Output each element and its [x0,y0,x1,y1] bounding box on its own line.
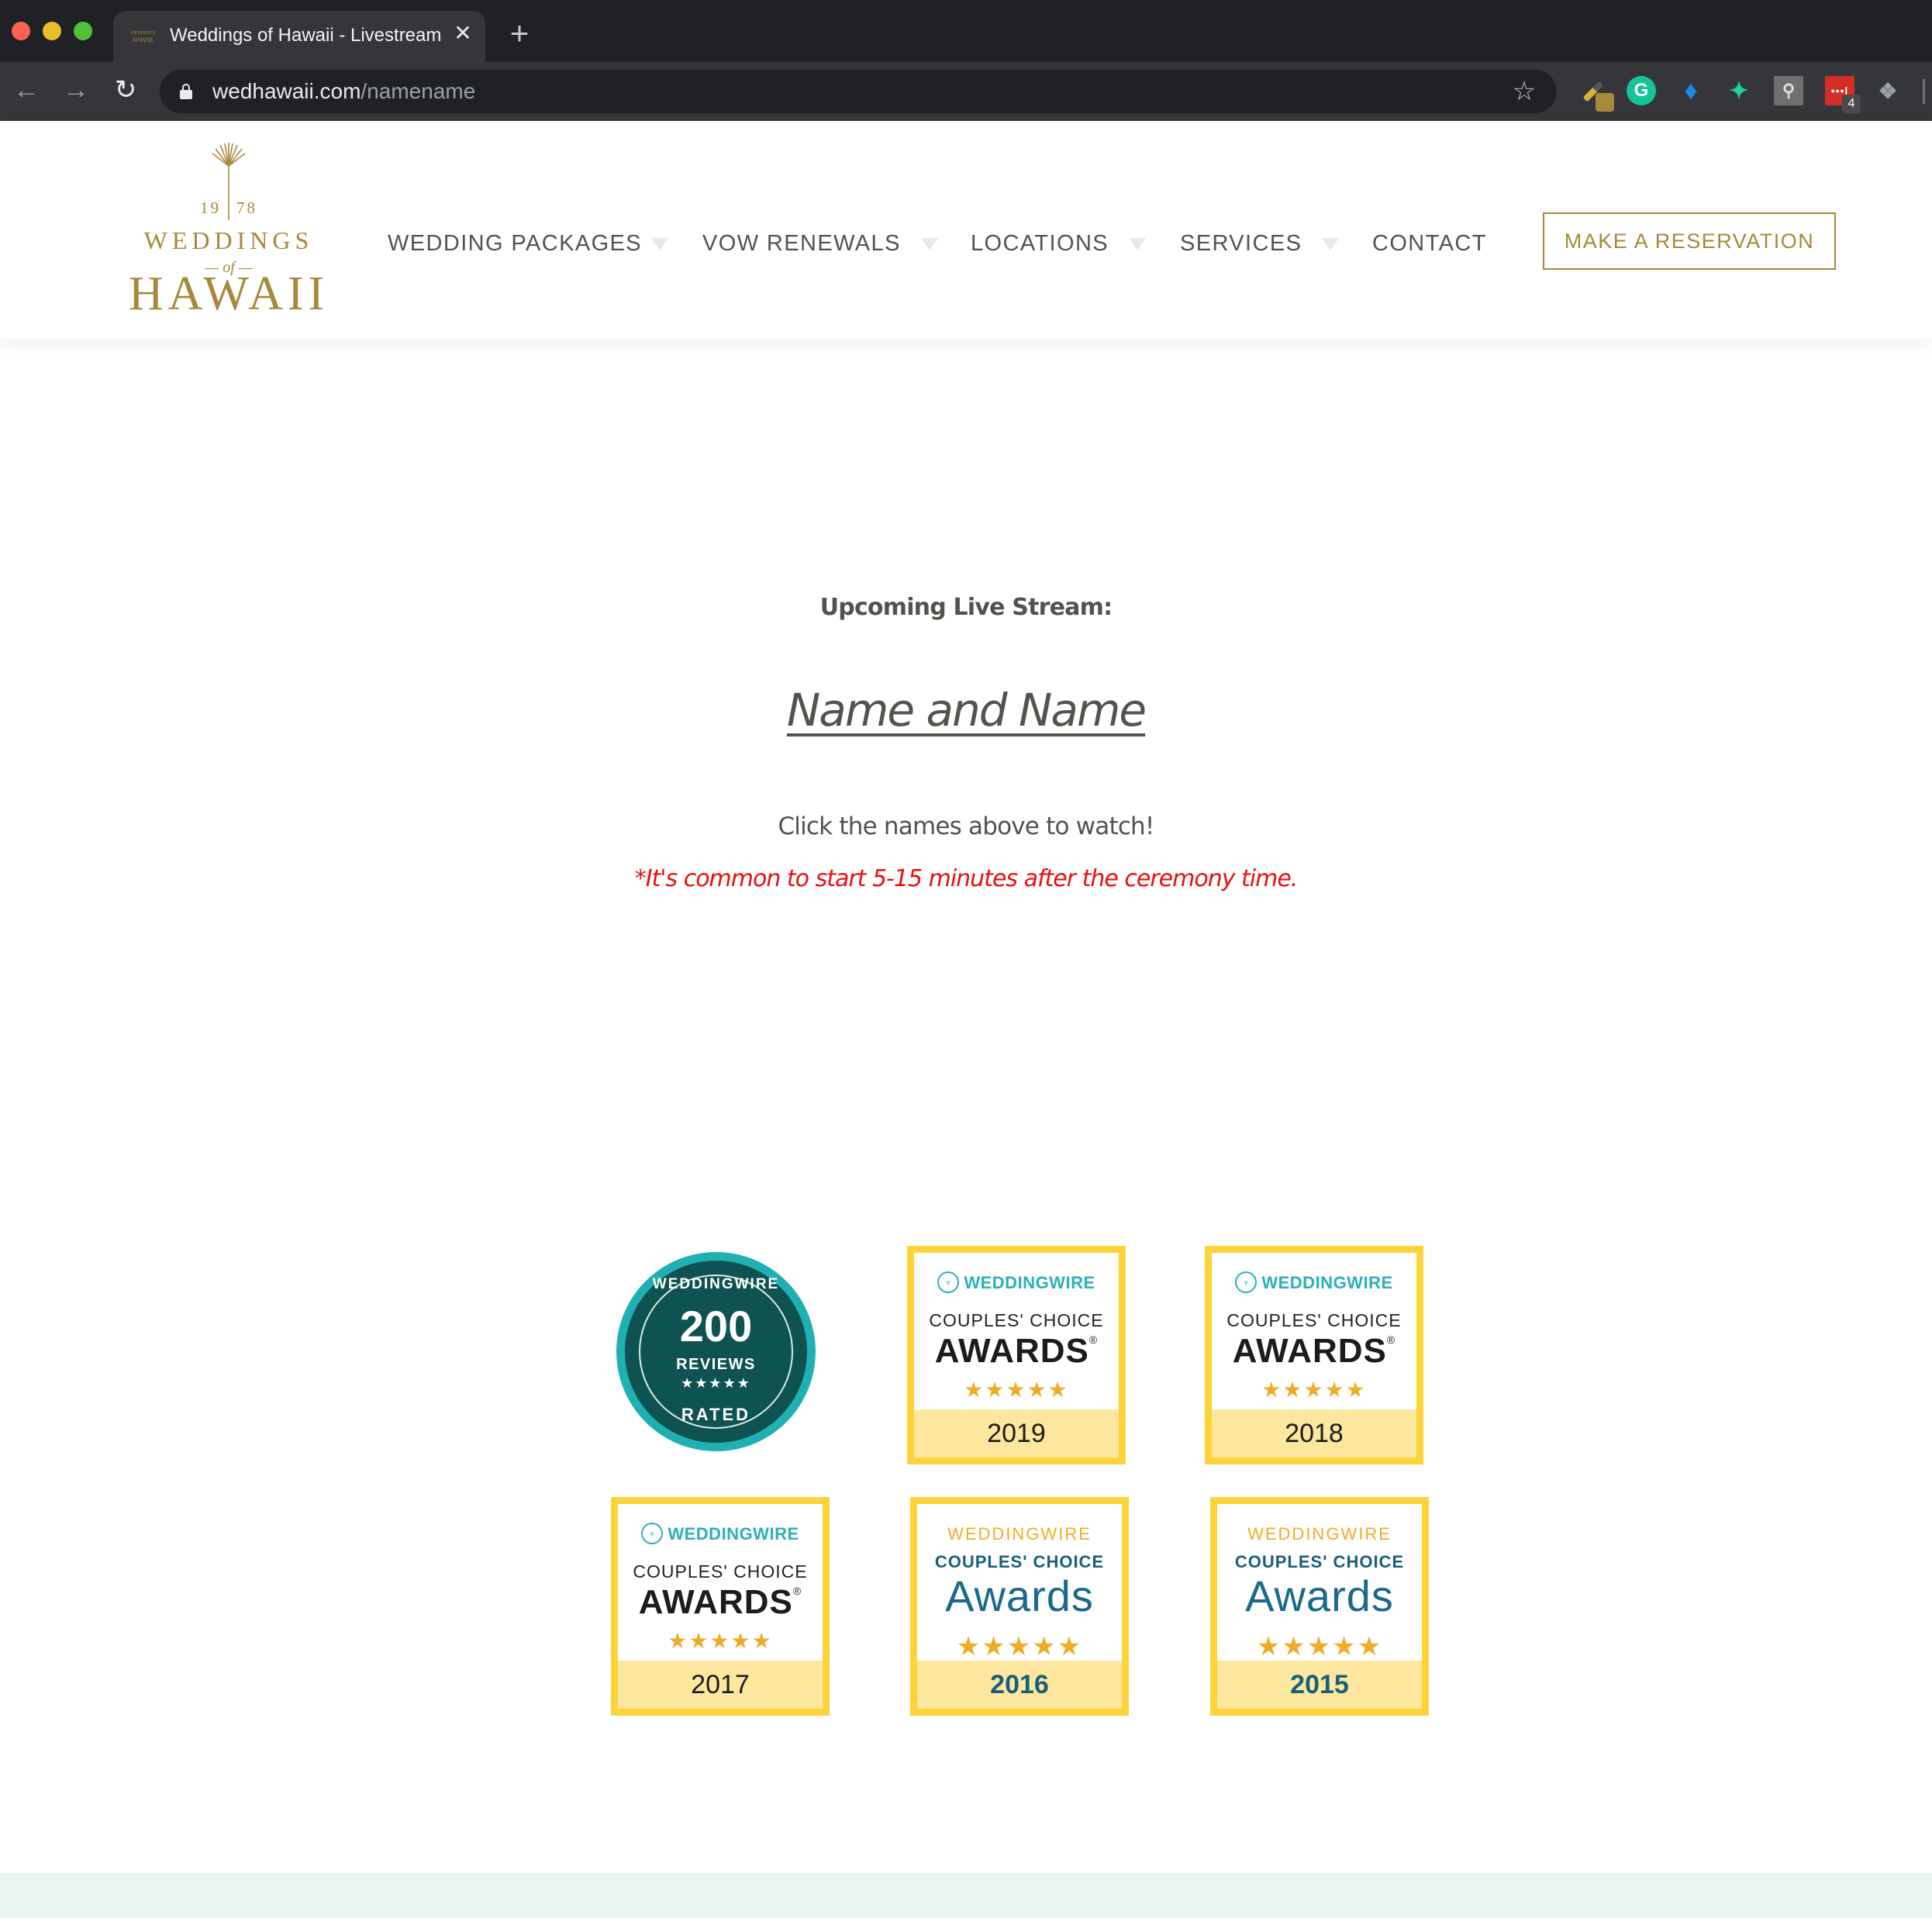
lock-icon[interactable] [180,84,192,99]
award-year: 2015 [1290,1670,1349,1699]
forward-arrow-icon[interactable]: → [60,74,91,105]
nav-vow-renewals[interactable]: VOW RENEWALS [702,228,938,259]
footer-top-band [0,1873,1932,1918]
reviews-label: REVIEWS [676,1356,756,1373]
caret-down-icon [1129,238,1147,251]
stars-icon: ★★★★★ [681,1375,751,1391]
stars-icon: ★★★★★ [1256,1632,1383,1661]
stars-icon: ★★★★★ [956,1632,1083,1661]
browser-tab-bar: WEDDINGS HAWAII Weddings of Hawaii - Liv… [0,0,1932,62]
logo-hawaii-text: HAWAII [128,267,329,320]
gem-extension-icon[interactable]: ♦ [1676,76,1706,105]
caret-down-icon [920,238,938,251]
watch-instruction: Click the names above to watch! [778,812,1154,840]
site-favicon-icon: WEDDINGS HAWAII [130,31,155,43]
caret-down-icon [651,238,669,251]
weddingwire-reviews-badge[interactable]: WEDDINGWIRE 200 REVIEWS ★★★★★ RATED [616,1252,816,1451]
make-reservation-button[interactable]: MAKE A RESERVATION [1543,212,1836,270]
award-year: 2017 [691,1670,750,1699]
caret-down-icon [1322,238,1340,251]
nav-services[interactable]: SERVICES [1180,228,1340,259]
stars-icon: ★★★★★ [1261,1378,1367,1402]
color-picker-extension-icon[interactable] [1578,76,1614,112]
nav-locations[interactable]: LOCATIONS [971,228,1147,259]
award-year: 2019 [987,1419,1046,1448]
dropbox-extension-icon[interactable]: ❖ [1873,76,1903,105]
bookmark-star-icon[interactable]: ☆ [1509,76,1540,107]
award-badge-2019[interactable]: ♆ WEDDINGWIRE COUPLES' CHOICE AWARDS® ★★★… [907,1246,1126,1464]
ninja-extension-icon[interactable]: ✦ [1724,76,1754,105]
reload-icon[interactable]: ↻ [110,74,141,105]
nav-wedding-packages[interactable]: WEDDING PACKAGES [388,228,669,259]
award-badge-2017[interactable]: ♆ WEDDINGWIRE COUPLES' CHOICE AWARDS® ★★★… [611,1497,830,1716]
stars-icon: ★★★★★ [964,1378,1069,1402]
lastpass-count-badge: 4 [1842,95,1861,113]
address-bar[interactable]: wedhawaii.com/namename ☆ [160,70,1557,113]
award-year: 2016 [990,1670,1049,1699]
maximize-window-button[interactable] [74,22,92,40]
nav-contact[interactable]: CONTACT [1372,228,1487,259]
tab-title: Weddings of Hawaii - Livestream [170,25,442,46]
award-badge-2018[interactable]: ♆ WEDDINGWIRE COUPLES' CHOICE AWARDS® ★★★… [1205,1246,1423,1464]
award-badge-2016[interactable]: WEDDINGWIRE COUPLES' CHOICE Awards ★★★★★… [910,1497,1129,1716]
grammarly-extension-icon[interactable]: G [1627,76,1656,105]
review-count: 200 [679,1302,753,1351]
stars-icon: ★★★★★ [668,1629,773,1653]
timing-note: *It's common to start 5-15 minutes after… [634,865,1299,892]
award-badge-2015[interactable]: WEDDINGWIRE COUPLES' CHOICE Awards ★★★★★… [1210,1497,1429,1716]
logo-weddings-text: WEDDINGS [143,226,314,254]
livestream-names: Name and Name [0,684,1932,736]
weddingwire-logo-icon: ♆ [641,1523,664,1545]
hubspot-extension-icon[interactable]: ⚲ [1774,76,1803,105]
minimize-window-button[interactable] [43,22,61,40]
site-logo[interactable]: 19 78 WEDDINGS — of — HAWAII [124,143,333,320]
rated-label: RATED [681,1405,751,1424]
award-year: 2018 [1285,1419,1344,1448]
weddingwire-logo-icon: ♆ [937,1271,960,1294]
new-tab-button[interactable]: + [505,17,533,50]
livestream-names-link[interactable]: Name and Name [787,684,1147,736]
browser-tab-active[interactable]: WEDDINGS HAWAII Weddings of Hawaii - Liv… [113,11,485,62]
weddingwire-logo-icon: ♆ [1235,1271,1258,1294]
upcoming-heading: Upcoming Live Stream: [819,594,1113,621]
close-window-button[interactable] [12,22,30,40]
site-header: 19 78 WEDDINGS — of — HAWAII WEDDING PACK… [0,121,1932,339]
url-text[interactable]: wedhawaii.com/namename [212,79,475,104]
badge-brand: WEDDINGWIRE [652,1276,780,1292]
toolbar-divider [1923,79,1925,104]
back-arrow-icon[interactable]: ← [11,74,42,105]
close-tab-icon[interactable]: ✕ [451,22,474,45]
